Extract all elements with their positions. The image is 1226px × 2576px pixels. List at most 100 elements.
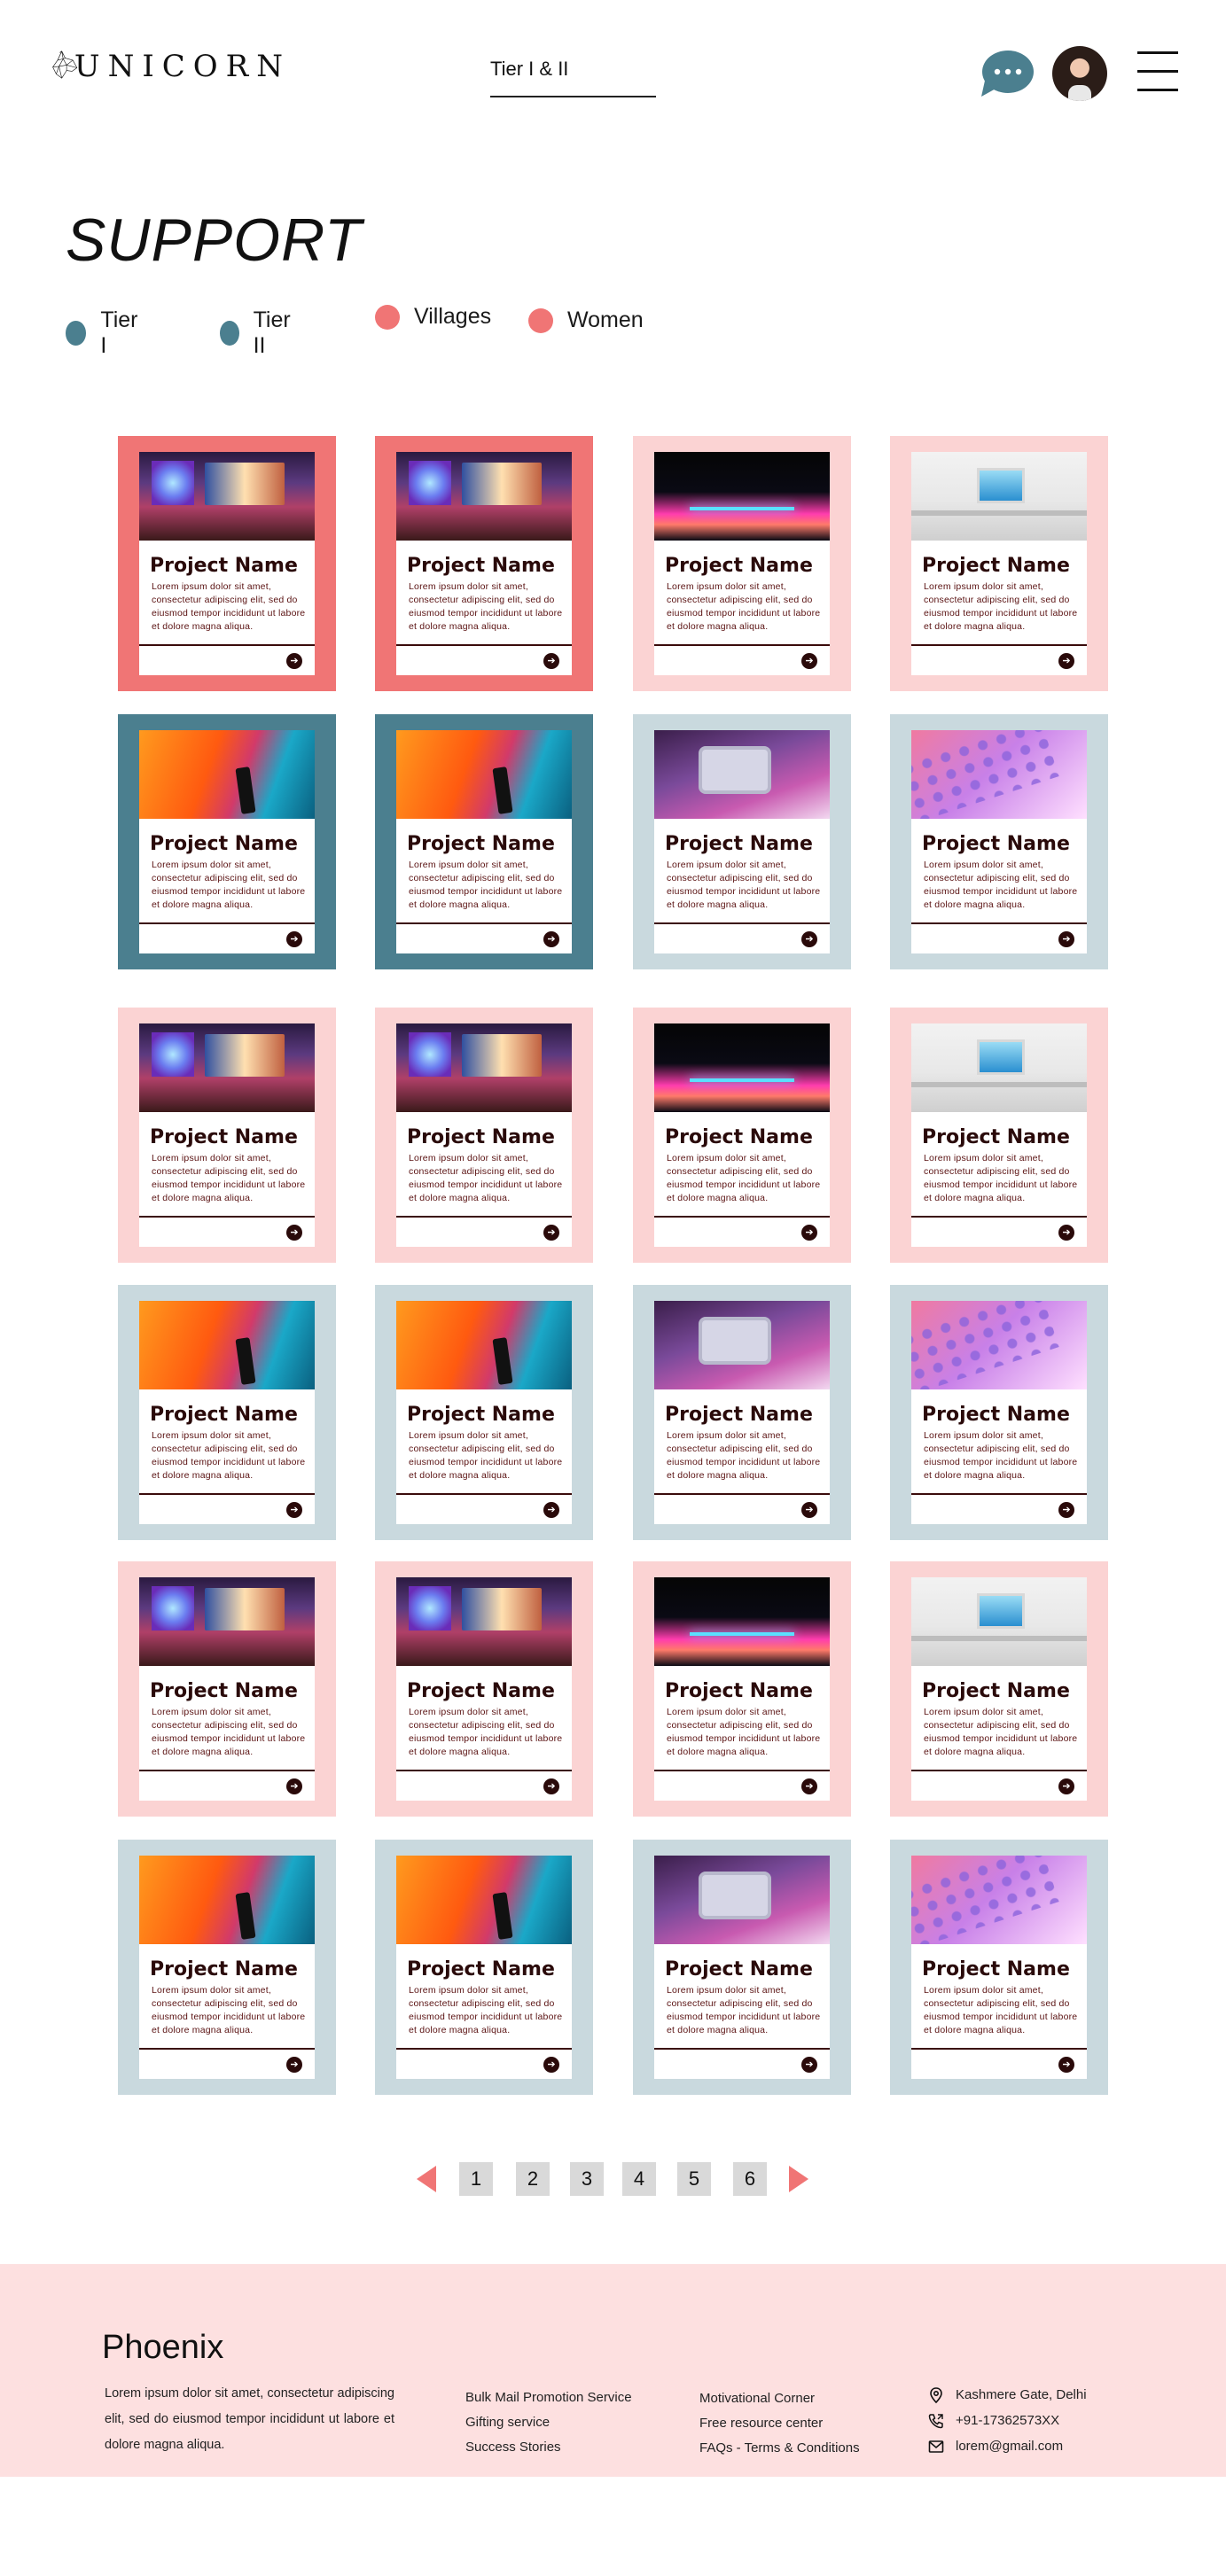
project-card[interactable]: Project Name Lorem ipsum dolor sit amet, … <box>633 1840 851 2095</box>
arrow-right-icon[interactable]: ➔ <box>543 2057 559 2073</box>
project-description: Lorem ipsum dolor sit amet, consectetur … <box>152 581 306 632</box>
project-card-body: Project Name Lorem ipsum dolor sit amet, … <box>396 452 572 675</box>
page-2-button[interactable]: 2 <box>516 2162 550 2196</box>
project-card[interactable]: Project Name Lorem ipsum dolor sit amet, … <box>375 1285 593 1540</box>
project-card-body: Project Name Lorem ipsum dolor sit amet, … <box>139 1301 315 1524</box>
footer-link[interactable]: FAQs - Terms & Conditions <box>699 2436 860 2461</box>
project-card[interactable]: Project Name Lorem ipsum dolor sit amet, … <box>633 714 851 969</box>
arrow-right-icon[interactable]: ➔ <box>1058 653 1074 669</box>
arrow-right-icon[interactable]: ➔ <box>1058 1778 1074 1794</box>
project-card[interactable]: Project Name Lorem ipsum dolor sit amet, … <box>375 436 593 691</box>
arrow-right-icon[interactable]: ➔ <box>801 1225 817 1241</box>
project-card[interactable]: Project Name Lorem ipsum dolor sit amet, … <box>890 1008 1108 1263</box>
project-card-body: Project Name Lorem ipsum dolor sit amet, … <box>139 452 315 675</box>
project-description: Lorem ipsum dolor sit amet, consectetur … <box>667 1430 821 1481</box>
page-4-button[interactable]: 4 <box>622 2162 656 2196</box>
project-description: Lorem ipsum dolor sit amet, consectetur … <box>924 1985 1078 2035</box>
footer-about: Lorem ipsum dolor sit amet, consectetur … <box>105 2386 394 2452</box>
arrow-right-icon[interactable]: ➔ <box>801 2057 817 2073</box>
project-description: Lorem ipsum dolor sit amet, consectetur … <box>152 1153 306 1203</box>
project-card[interactable]: Project Name Lorem ipsum dolor sit amet, … <box>118 1561 336 1817</box>
filter-label: Tier I <box>100 307 138 358</box>
arrow-right-icon[interactable]: ➔ <box>801 1502 817 1518</box>
arrow-right-icon[interactable]: ➔ <box>801 653 817 669</box>
arrow-right-icon[interactable]: ➔ <box>801 931 817 947</box>
arrow-right-icon[interactable]: ➔ <box>543 1225 559 1241</box>
menu-line <box>1137 51 1178 54</box>
arrow-right-icon[interactable]: ➔ <box>801 1778 817 1794</box>
project-card[interactable]: Project Name Lorem ipsum dolor sit amet, … <box>375 714 593 969</box>
arrow-right-icon[interactable]: ➔ <box>1058 2057 1074 2073</box>
card-divider <box>396 2048 572 2050</box>
card-divider <box>911 1770 1087 1771</box>
filter-villages[interactable]: Villages <box>375 304 491 330</box>
footer: Phoenix Lorem ipsum dolor sit amet, cons… <box>0 2264 1226 2477</box>
project-title: Project Name <box>150 1404 298 1426</box>
project-card[interactable]: Project Name Lorem ipsum dolor sit amet, … <box>890 1840 1108 2095</box>
project-card[interactable]: Project Name Lorem ipsum dolor sit amet, … <box>633 1285 851 1540</box>
project-title: Project Name <box>922 555 1070 577</box>
arrow-right-icon[interactable]: ➔ <box>286 1778 302 1794</box>
next-page-arrow-icon[interactable] <box>789 2166 808 2192</box>
project-card[interactable]: Project Name Lorem ipsum dolor sit amet, … <box>890 436 1108 691</box>
project-description: Lorem ipsum dolor sit amet, consectetur … <box>667 1707 821 1757</box>
page-5-button[interactable]: 5 <box>677 2162 711 2196</box>
filter-women[interactable]: Women <box>528 307 644 333</box>
page-1-button[interactable]: 1 <box>459 2162 493 2196</box>
chat-icon[interactable] <box>980 49 1035 98</box>
project-thumbnail <box>396 730 572 819</box>
contact-email-text[interactable]: lorem@gmail.com <box>956 2439 1063 2454</box>
arrow-right-icon[interactable]: ➔ <box>286 1502 302 1518</box>
previous-page-arrow-icon[interactable] <box>417 2166 436 2192</box>
project-card-body: Project Name Lorem ipsum dolor sit amet, … <box>654 1577 830 1801</box>
filter-tier-2[interactable]: Tier II <box>220 307 296 359</box>
project-description: Lorem ipsum dolor sit amet, consectetur … <box>667 581 821 632</box>
footer-link[interactable]: Gifting service <box>465 2410 632 2435</box>
arrow-right-icon[interactable]: ➔ <box>1058 1225 1074 1241</box>
project-card[interactable]: Project Name Lorem ipsum dolor sit amet, … <box>890 1285 1108 1540</box>
project-card[interactable]: Project Name Lorem ipsum dolor sit amet, … <box>118 1008 336 1263</box>
project-thumbnail <box>654 1023 830 1112</box>
project-card-body: Project Name Lorem ipsum dolor sit amet, … <box>911 1856 1087 2079</box>
unicorn-logo[interactable]: UNICORN <box>51 25 291 105</box>
arrow-right-icon[interactable]: ➔ <box>286 2057 302 2073</box>
search-input[interactable]: Tier I & II <box>490 53 656 97</box>
arrow-right-icon[interactable]: ➔ <box>286 1225 302 1241</box>
footer-link[interactable]: Bulk Mail Promotion Service <box>465 2385 632 2410</box>
arrow-right-icon[interactable]: ➔ <box>543 1502 559 1518</box>
arrow-right-icon[interactable]: ➔ <box>1058 931 1074 947</box>
page-6-button[interactable]: 6 <box>733 2162 767 2196</box>
project-card[interactable]: Project Name Lorem ipsum dolor sit amet, … <box>633 1008 851 1263</box>
arrow-right-icon[interactable]: ➔ <box>543 653 559 669</box>
project-card[interactable]: Project Name Lorem ipsum dolor sit amet, … <box>890 1561 1108 1817</box>
project-thumbnail <box>396 452 572 541</box>
arrow-right-icon[interactable]: ➔ <box>286 653 302 669</box>
avatar[interactable] <box>1052 46 1107 101</box>
arrow-right-icon[interactable]: ➔ <box>1058 1502 1074 1518</box>
project-card[interactable]: Project Name Lorem ipsum dolor sit amet, … <box>375 1840 593 2095</box>
project-card[interactable]: Project Name Lorem ipsum dolor sit amet, … <box>375 1008 593 1263</box>
arrow-right-icon[interactable]: ➔ <box>543 1778 559 1794</box>
project-card[interactable]: Project Name Lorem ipsum dolor sit amet, … <box>118 1840 336 2095</box>
project-card[interactable]: Project Name Lorem ipsum dolor sit amet, … <box>118 1285 336 1540</box>
project-card[interactable]: Project Name Lorem ipsum dolor sit amet, … <box>633 436 851 691</box>
contact-phone-text[interactable]: +91-17362573XX <box>956 2413 1059 2428</box>
arrow-right-icon[interactable]: ➔ <box>286 931 302 947</box>
project-thumbnail <box>139 730 315 819</box>
card-divider <box>911 1216 1087 1218</box>
project-card[interactable]: Project Name Lorem ipsum dolor sit amet, … <box>118 436 336 691</box>
footer-link[interactable]: Motivational Corner <box>699 2386 860 2411</box>
project-card-body: Project Name Lorem ipsum dolor sit amet, … <box>911 1301 1087 1524</box>
footer-link[interactable]: Free resource center <box>699 2411 860 2436</box>
arrow-right-icon[interactable]: ➔ <box>543 931 559 947</box>
footer-link[interactable]: Success Stories <box>465 2435 632 2460</box>
footer-links-col-2: Motivational Corner Free resource center… <box>699 2386 860 2461</box>
project-card[interactable]: Project Name Lorem ipsum dolor sit amet, … <box>890 714 1108 969</box>
page-3-button[interactable]: 3 <box>570 2162 604 2196</box>
filter-tier-1[interactable]: Tier I <box>66 307 142 359</box>
project-card[interactable]: Project Name Lorem ipsum dolor sit amet, … <box>633 1561 851 1817</box>
project-thumbnail <box>139 1856 315 1944</box>
project-card[interactable]: Project Name Lorem ipsum dolor sit amet, … <box>375 1561 593 1817</box>
hamburger-menu-icon[interactable] <box>1137 51 1178 94</box>
project-card[interactable]: Project Name Lorem ipsum dolor sit amet, … <box>118 714 336 969</box>
